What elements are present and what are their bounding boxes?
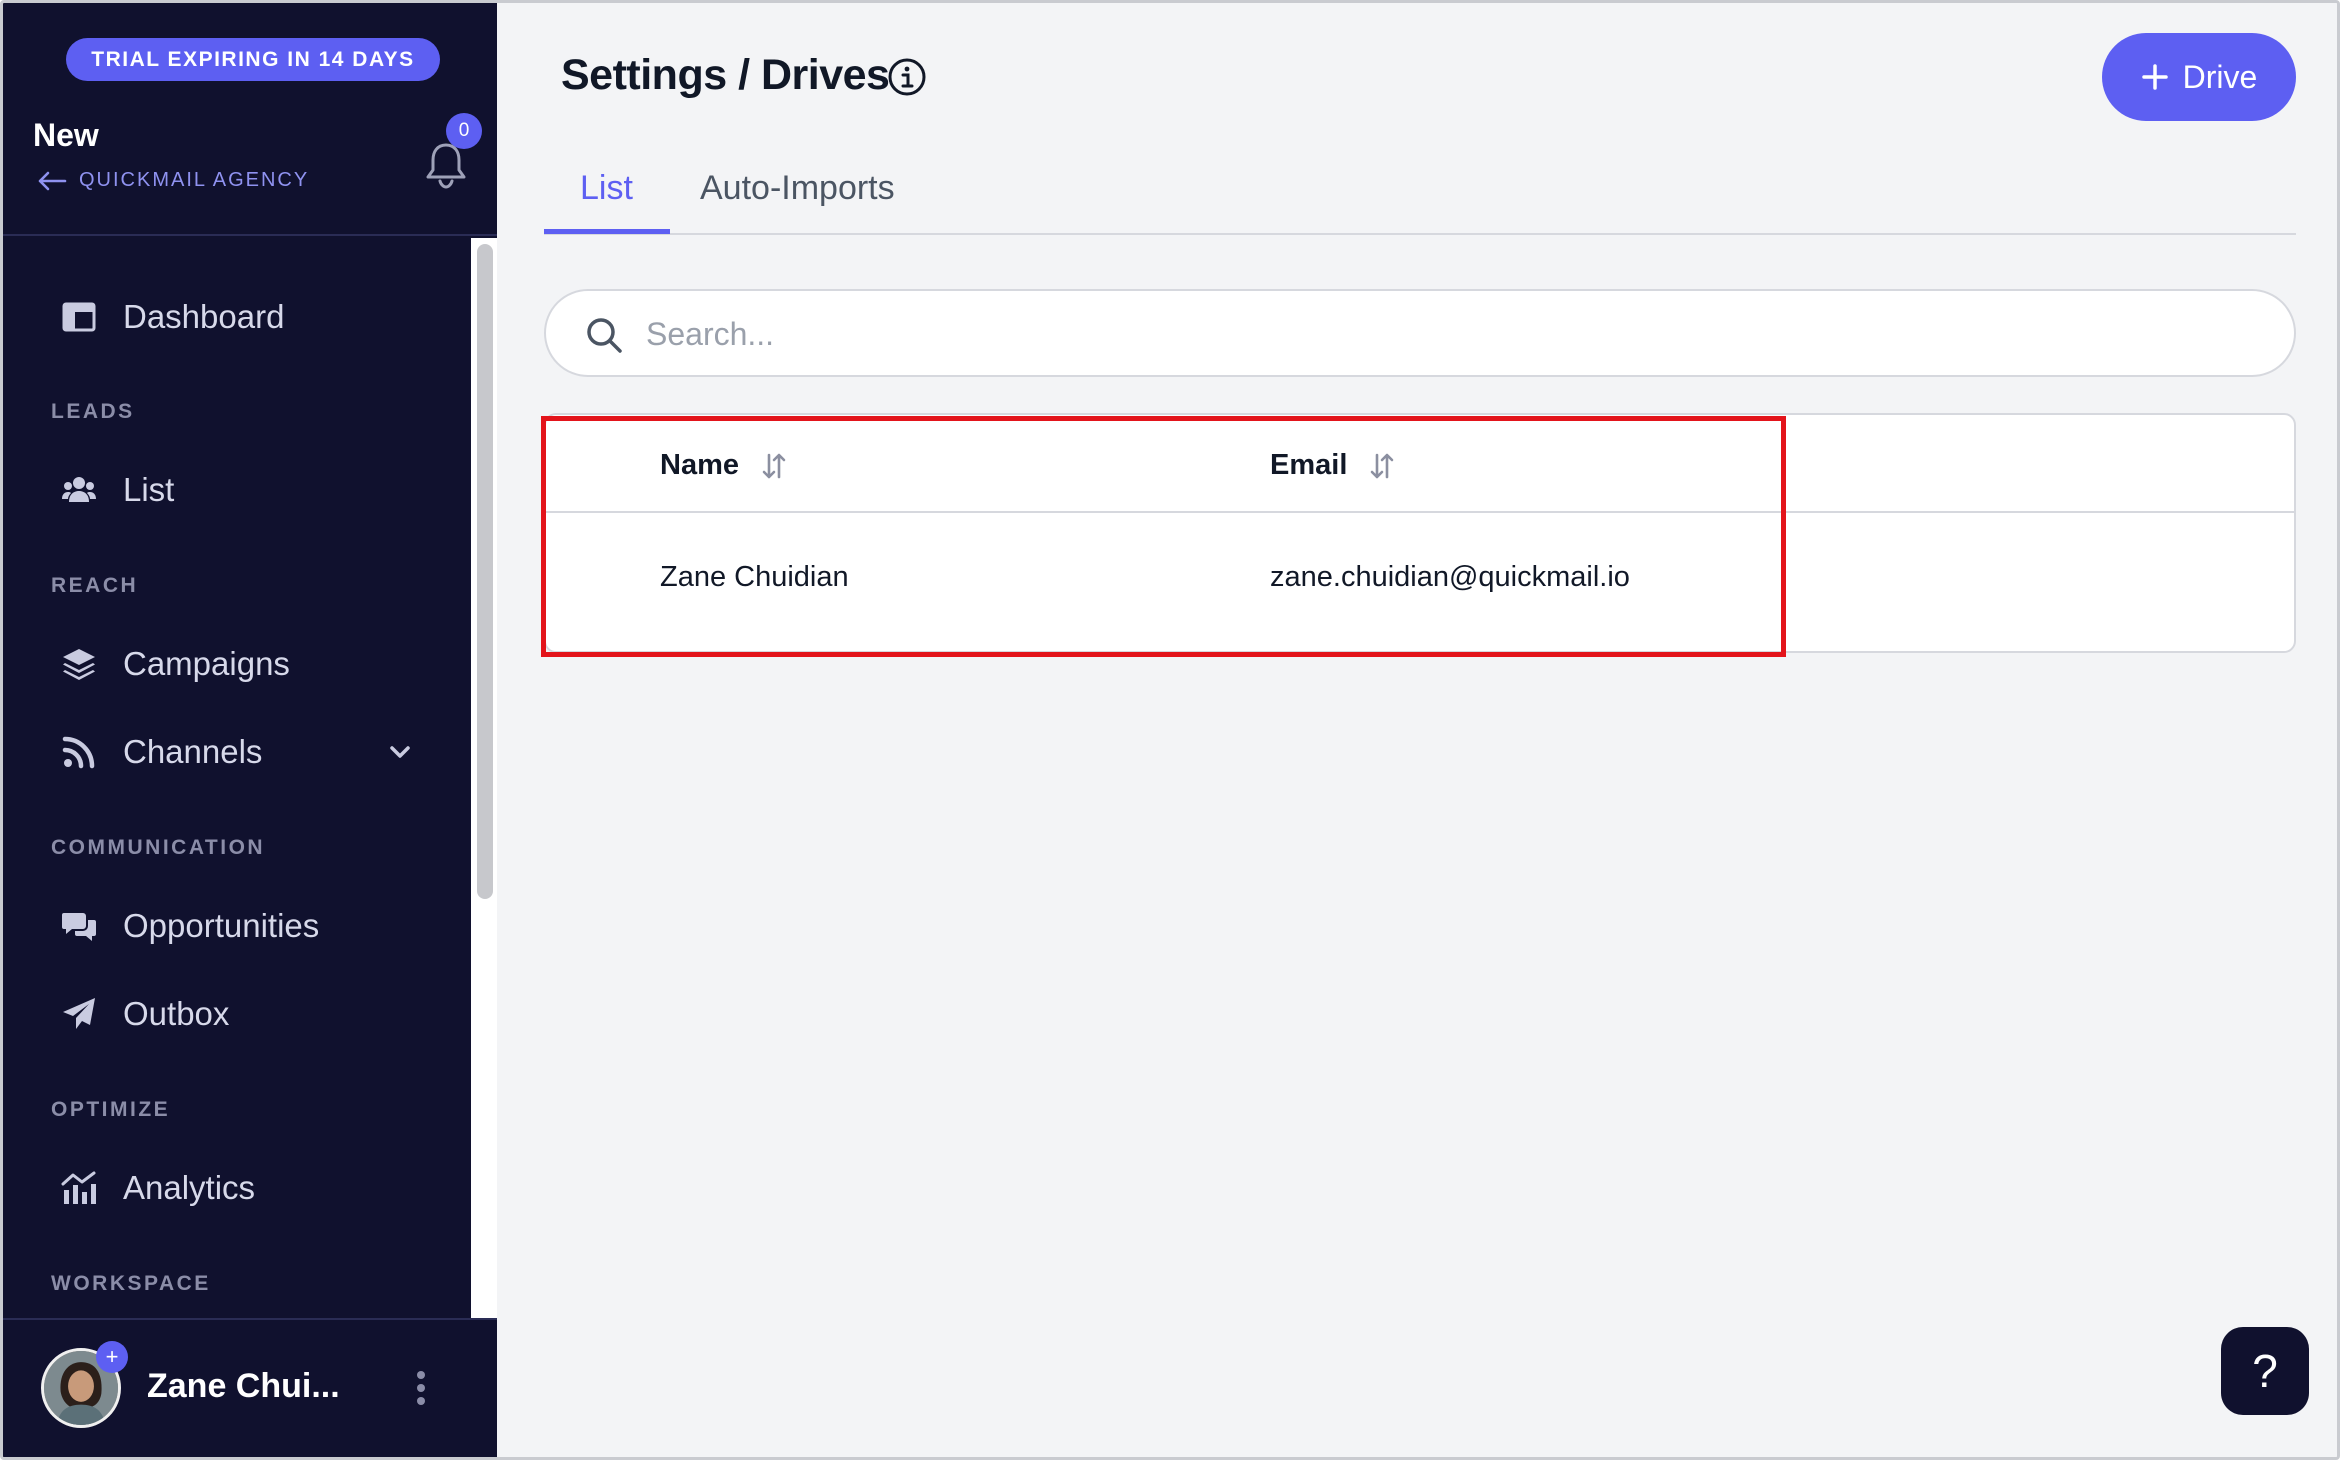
sort-icon[interactable] (1369, 451, 1395, 481)
paper-plane-icon (59, 994, 99, 1034)
search-icon (587, 318, 622, 353)
trial-badge[interactable]: TRIAL EXPIRING IN 14 DAYS (66, 38, 440, 81)
table-header-row: Name Email (546, 415, 2296, 513)
layout-icon (59, 297, 99, 337)
drives-table: Name Email Zane Chuidian zane.chuidian@q… (544, 413, 2296, 653)
sidebar-item-label: Channels (123, 733, 263, 770)
sort-icon[interactable] (761, 451, 787, 481)
sidebar-item-label: Campaigns (123, 645, 290, 682)
back-to-agency-link[interactable]: QUICKMAIL AGENCY (37, 169, 309, 192)
table-row[interactable]: Zane Chuidian zane.chuidian@quickmail.io (546, 515, 2296, 653)
chevron-down-icon[interactable] (383, 735, 417, 769)
sidebar-item-label: List (123, 471, 175, 508)
sidebar-item-dashboard[interactable]: Dashboard (3, 282, 469, 352)
column-header-email[interactable]: Email (1270, 449, 1395, 482)
workspace-name: New (33, 117, 99, 153)
comments-icon (59, 906, 99, 946)
column-header-label: Name (660, 449, 739, 481)
sidebar-item-label: Opportunities (123, 907, 320, 944)
tab-list[interactable]: List (580, 169, 633, 208)
active-tab-indicator (544, 229, 670, 234)
sidebar-header: TRIAL EXPIRING IN 14 DAYS New QUICKMAIL … (3, 3, 497, 236)
section-heading-reach: REACH (51, 574, 139, 597)
section-heading-leads: LEADS (51, 400, 135, 423)
sidebar-item-label: Analytics (123, 1169, 256, 1206)
cell-email: zane.chuidian@quickmail.io (1270, 561, 1630, 593)
sidebar-nav: Dashboard LEADS List REACH Campaigns Cha… (3, 238, 469, 1318)
tab-auto-imports[interactable]: Auto-Imports (700, 169, 895, 208)
sidebar: TRIAL EXPIRING IN 14 DAYS New QUICKMAIL … (3, 3, 497, 1457)
add-drive-label: Drive (2182, 58, 2258, 95)
users-icon (59, 470, 99, 510)
sidebar-item-list[interactable]: List (3, 455, 469, 525)
section-heading-optimize: OPTIMIZE (51, 1098, 171, 1121)
column-header-label: Email (1270, 449, 1348, 481)
cell-name: Zane Chuidian (660, 561, 849, 593)
tab-bar: List Auto-Imports (544, 143, 2296, 235)
layers-icon (59, 644, 99, 684)
user-name[interactable]: Zane Chui... (147, 1367, 340, 1406)
sidebar-item-channels[interactable]: Channels (3, 717, 469, 787)
sidebar-scrollbar-thumb[interactable] (477, 244, 493, 899)
notification-count-badge: 0 (446, 113, 482, 149)
add-account-button[interactable]: + (96, 1341, 128, 1373)
section-heading-workspace: WORKSPACE (51, 1272, 211, 1295)
search-bar (544, 289, 2296, 377)
sidebar-item-campaigns[interactable]: Campaigns (3, 629, 469, 699)
sidebar-item-analytics[interactable]: Analytics (3, 1153, 469, 1223)
agency-name: QUICKMAIL AGENCY (79, 169, 310, 191)
rss-icon (59, 732, 99, 772)
add-drive-button[interactable]: Drive (2102, 33, 2296, 121)
sidebar-item-opportunities[interactable]: Opportunities (3, 891, 469, 961)
sidebar-item-outbox[interactable]: Outbox (3, 979, 469, 1049)
more-options-icon[interactable] (413, 1368, 429, 1408)
sidebar-item-label: Dashboard (123, 298, 285, 335)
column-header-name[interactable]: Name (660, 449, 787, 482)
chart-icon (59, 1168, 99, 1208)
app-window: TRIAL EXPIRING IN 14 DAYS New QUICKMAIL … (0, 0, 2340, 1460)
info-icon[interactable] (887, 57, 927, 97)
section-heading-communication: COMMUNICATION (51, 836, 266, 859)
arrow-left-icon (38, 171, 67, 190)
plus-icon (2141, 64, 2168, 90)
main-content: Settings / Drives Drive List Auto-Import… (497, 3, 2337, 1457)
page-title: Settings / Drives (561, 51, 890, 99)
help-button[interactable]: ? (2221, 1327, 2309, 1415)
search-input[interactable] (646, 305, 2246, 363)
sidebar-item-label: Outbox (123, 995, 230, 1032)
